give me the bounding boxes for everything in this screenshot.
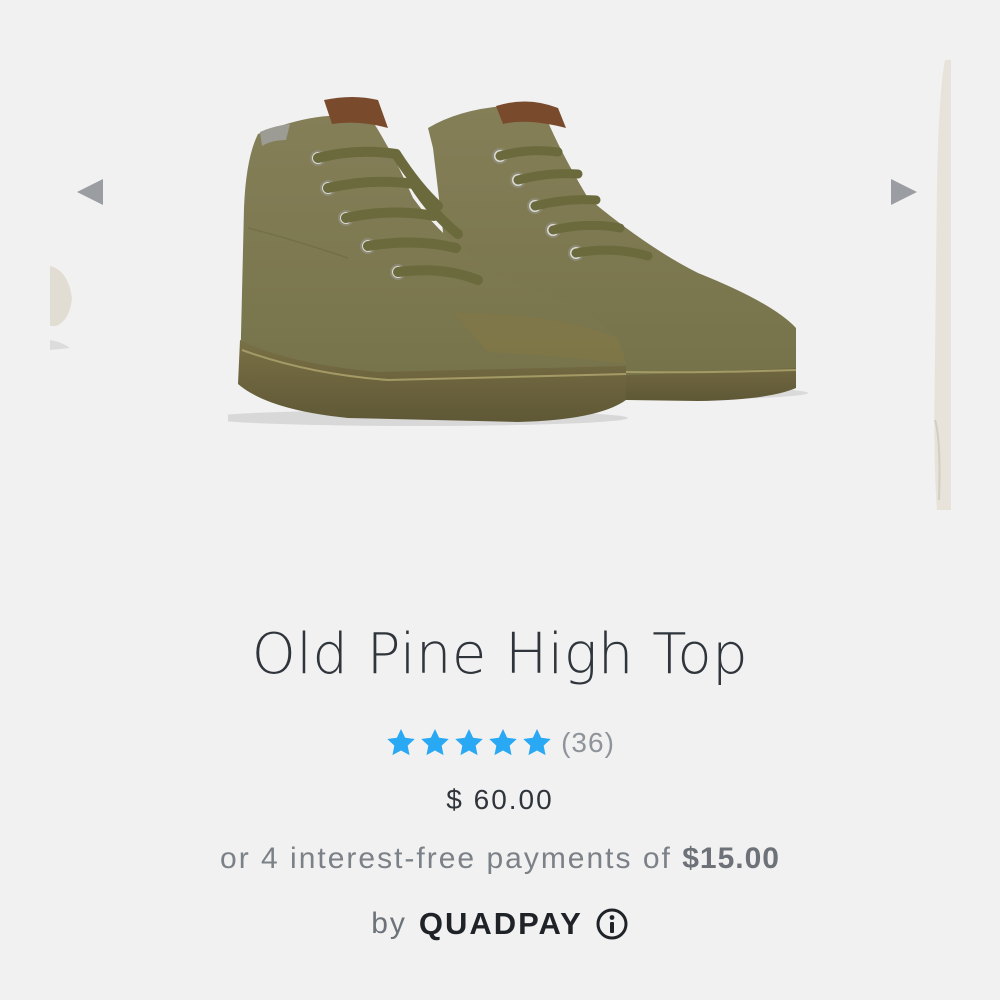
star-icon [455,729,483,756]
next-slide-peek [934,60,951,510]
star-icon [421,729,449,756]
product-image-carousel [0,0,1000,560]
carousel-next-button[interactable] [884,172,924,212]
product-image-old-pine-high-top [228,97,808,426]
star-icon [489,729,517,756]
triangle-right-icon [891,179,917,205]
carousel-prev-button[interactable] [70,172,110,212]
quadpay-badge: by QUADPAY [0,906,1000,942]
rating-stars[interactable] [385,727,553,759]
previous-slide-peek [50,266,72,350]
installment-prefix: or 4 interest-free payments of [220,842,672,875]
triangle-left-icon [77,179,103,205]
installment-amount: $15.00 [682,842,780,875]
product-title: Old Pine High Top [251,622,749,687]
star-icon [523,729,551,756]
product-rating: (36) [0,727,1000,759]
installment-text: or 4 interest-free payments of $15.00 [0,842,1000,876]
product-price: $ 60.00 [446,784,554,815]
star-icon [387,729,415,756]
info-icon[interactable] [595,907,629,941]
quadpay-logo: QUADPAY [418,906,583,941]
review-count-link[interactable]: (36) [561,727,615,759]
by-label: by [371,907,407,940]
